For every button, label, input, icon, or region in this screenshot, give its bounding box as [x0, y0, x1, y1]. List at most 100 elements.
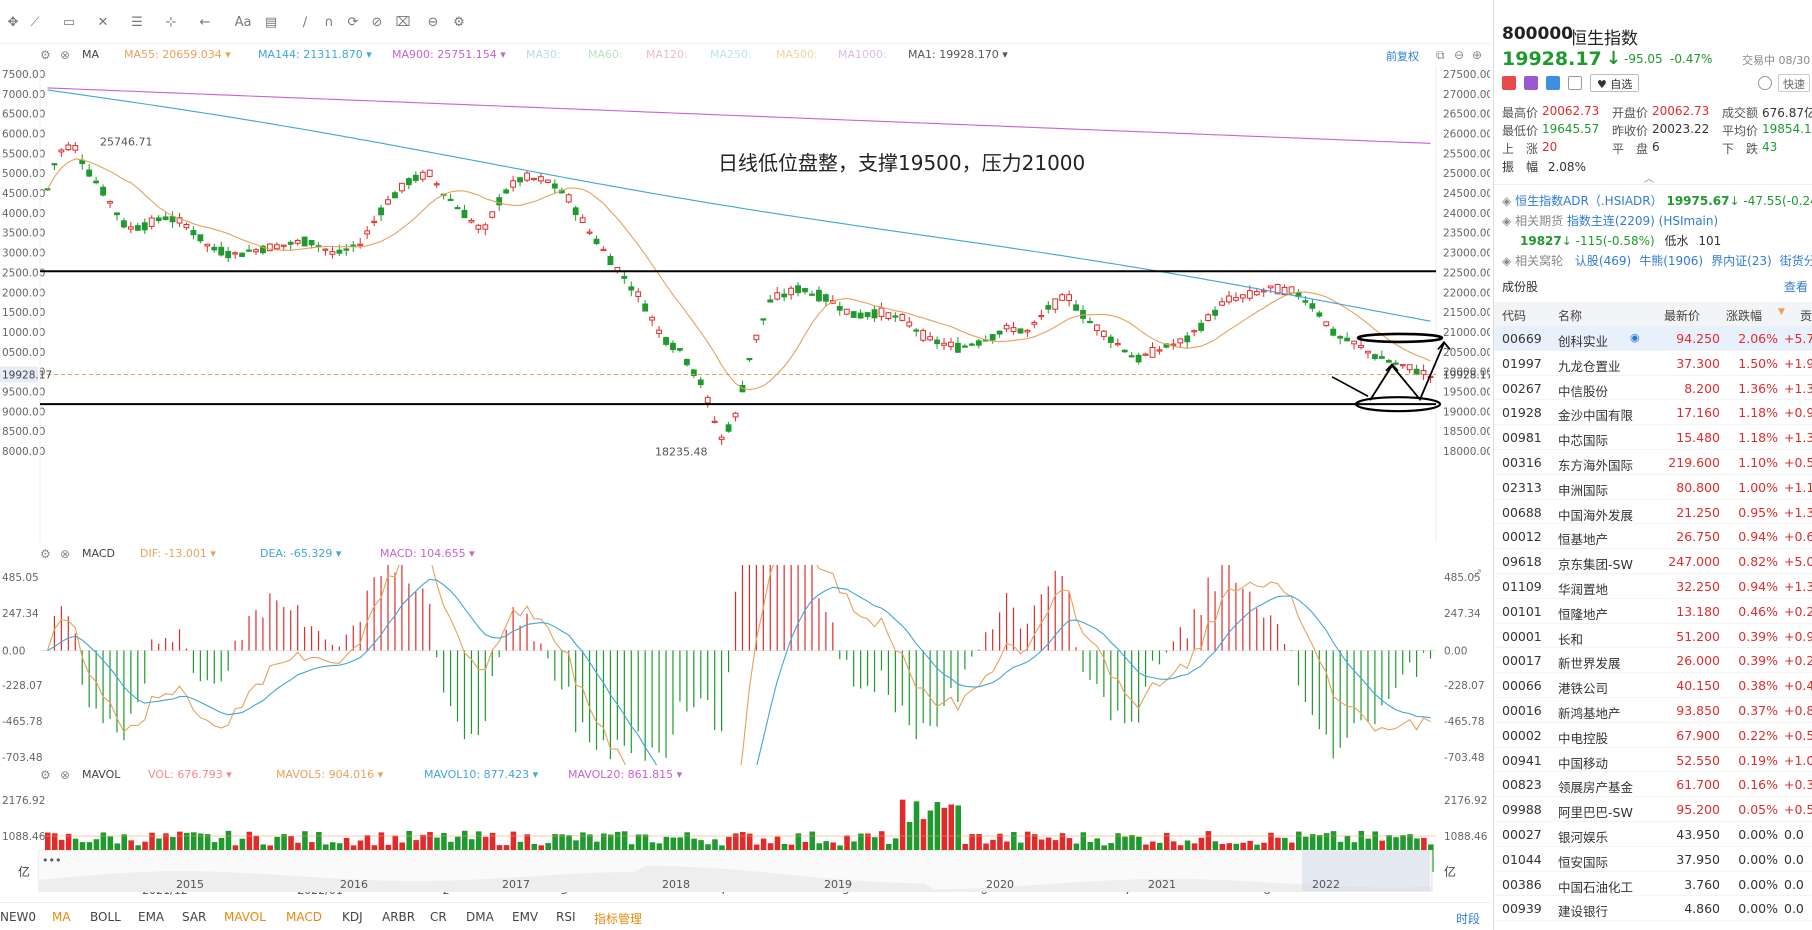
- note-icon[interactable]: [1568, 76, 1582, 90]
- line-tool-icon[interactable]: ⟋: [26, 14, 44, 32]
- table-row[interactable]: 00066 港铁公司 40.150 0.38% +0.4: [1494, 673, 1812, 698]
- add-watchlist-button[interactable]: ♥ 自选: [1590, 74, 1640, 92]
- table-row[interactable]: 09618 京东集团-SW 247.000 0.82% +5.0: [1494, 549, 1812, 574]
- table-row[interactable]: 09988 阿里巴巴-SW 95.200 0.05% +0.5: [1494, 797, 1812, 822]
- indicator-tab[interactable]: DMA: [466, 910, 494, 924]
- hk-flag-icon[interactable]: [1502, 76, 1516, 90]
- indicator-value[interactable]: MA1: 19928.170 ▾: [908, 48, 1008, 61]
- settings-icon[interactable]: ⚙: [450, 14, 468, 32]
- close-icon[interactable]: ⊗: [60, 48, 70, 62]
- mavol-gear-icon[interactable]: ⚙: [40, 768, 51, 782]
- table-row[interactable]: 00267 中信股份 8.200 1.36% +1.3: [1494, 376, 1812, 401]
- view-all-link[interactable]: 查看: [1784, 278, 1808, 295]
- table-row[interactable]: 00016 新鸿基地产 93.850 0.37% +0.8: [1494, 698, 1812, 723]
- col-pct[interactable]: 涨跌幅: [1726, 307, 1762, 324]
- adr-row[interactable]: ◈ 恒生指数ADR（.HSIADR） 19975.67↓ -47.55(-0.2…: [1502, 192, 1812, 209]
- indicator-tab[interactable]: KDJ: [342, 910, 363, 924]
- fib-tool-icon[interactable]: ✕: [94, 14, 112, 32]
- table-row[interactable]: 00688 中国海外发展 21.250 0.95% +1.3: [1494, 500, 1812, 525]
- indicator-value[interactable]: MA500:: [776, 48, 818, 61]
- magnet-icon[interactable]: ∩: [320, 14, 338, 32]
- table-row[interactable]: 00001 长和 51.200 0.39% +0.9: [1494, 624, 1812, 649]
- col-code[interactable]: 代码: [1502, 307, 1526, 324]
- table-row[interactable]: 01997 九龙仓置业 37.300 1.50% +1.9: [1494, 351, 1812, 376]
- time-tab[interactable]: 时段: [1456, 910, 1480, 927]
- indicator-value[interactable]: MAVOL10: 877.423 ▾: [424, 768, 538, 781]
- zoom-in-icon[interactable]: ⊕: [1472, 48, 1482, 62]
- indicator-value[interactable]: DEA: -65.329 ▾: [260, 547, 341, 560]
- warrant-link[interactable]: 街货分: [1780, 254, 1812, 268]
- macd-gear-icon[interactable]: ⚙: [40, 547, 51, 561]
- indicator-tab[interactable]: MA: [52, 910, 71, 924]
- table-row[interactable]: 01044 恒安国际 37.950 0.00% 0.0: [1494, 847, 1812, 872]
- indicator-value[interactable]: MA120:: [646, 48, 688, 61]
- restore-icon[interactable]: ⧉: [1436, 48, 1445, 63]
- indicator-tab[interactable]: MAVOL: [224, 910, 266, 924]
- indicator-tab[interactable]: EMV: [512, 910, 538, 924]
- overview-menu-icon[interactable]: •••: [42, 854, 61, 867]
- indicator-tab[interactable]: EMA: [138, 910, 164, 924]
- indicator-tab[interactable]: 指标管理: [594, 910, 642, 927]
- measure-tool-icon[interactable]: ⊹: [162, 14, 180, 32]
- warrant-link[interactable]: 界内证(23): [1711, 254, 1772, 268]
- indicator-value[interactable]: VOL: 676.793 ▾: [148, 768, 232, 781]
- candlestick-chart[interactable]: 7500.00 27500.00 7000.00 27000.00 6500.00 265…: [0, 66, 1490, 542]
- bell-icon[interactable]: [1758, 76, 1772, 90]
- col-name[interactable]: 名称: [1558, 307, 1582, 324]
- table-row[interactable]: 02313 申洲国际 80.800 1.00% +1.1: [1494, 475, 1812, 500]
- table-row[interactable]: 00941 中国移动 52.550 0.19% +1.0: [1494, 748, 1812, 773]
- futures-name[interactable]: 指数主连(2209): [1567, 214, 1655, 228]
- indicator-tab[interactable]: BOLL: [90, 910, 121, 924]
- futures-expand-icon[interactable]: ◈: [1502, 214, 1511, 228]
- table-row[interactable]: 00027 银河娱乐 43.950 0.00% 0.0: [1494, 822, 1812, 847]
- table-row[interactable]: 00939 建设银行 4.860 0.00% 0.0: [1494, 896, 1812, 922]
- indicator-value[interactable]: MAVOL5: 904.016 ▾: [276, 768, 383, 781]
- indicator-tab[interactable]: ARBR: [382, 910, 415, 924]
- crosshair-icon[interactable]: ✥: [4, 14, 22, 32]
- indicator-value[interactable]: MA60:: [588, 48, 623, 61]
- futures-code[interactable]: (HSImain): [1659, 214, 1719, 228]
- adr-name[interactable]: 恒生指数ADR（.HSIADR）: [1515, 194, 1663, 208]
- indicator-tab[interactable]: NEW0: [0, 910, 36, 924]
- chart-area[interactable]: ⚙ ⊗ MA MA55: 20659.034 ▾ MA144: 21311.870…: [0, 44, 1490, 902]
- warrants-expand-icon[interactable]: ◈: [1502, 254, 1511, 268]
- tag-icon[interactable]: [1546, 76, 1560, 90]
- macd-label[interactable]: MACD: [82, 547, 115, 560]
- rect-tool-icon[interactable]: ▭: [60, 14, 78, 32]
- indicator-value[interactable]: MAVOL20: 861.815 ▾: [568, 768, 682, 781]
- table-row[interactable]: 01109 华润置地 32.250 0.94% +1.3: [1494, 574, 1812, 599]
- collapse-icon[interactable]: ︿: [1644, 170, 1654, 185]
- table-row[interactable]: 00101 恒隆地产 13.180 0.46% +0.2: [1494, 599, 1812, 624]
- col-contrib[interactable]: 贡: [1800, 307, 1812, 324]
- quick-trade-button[interactable]: 快速: [1778, 74, 1810, 92]
- mavol-close-icon[interactable]: ⊗: [60, 768, 70, 782]
- zoom-out-icon[interactable]: ⊖: [1454, 48, 1464, 62]
- mavol-label[interactable]: MAVOL: [82, 768, 120, 781]
- macd-close-icon[interactable]: ⊗: [60, 547, 70, 561]
- warrant-link[interactable]: 认股(469): [1575, 254, 1631, 268]
- table-row[interactable]: 00823 领展房产基金 61.700 0.16% +0.3: [1494, 772, 1812, 798]
- indicator-value[interactable]: MA250:: [710, 48, 752, 61]
- indicator-value[interactable]: MA144: 21311.870 ▾: [258, 48, 372, 61]
- link-icon[interactable]: ⊖: [424, 14, 442, 32]
- ma-label[interactable]: MA: [82, 48, 99, 61]
- channel-tool-icon[interactable]: ☰: [128, 14, 146, 32]
- indicator-tab[interactable]: MACD: [286, 910, 322, 924]
- table-row[interactable]: 00981 中芯国际 15.480 1.18% +1.3: [1494, 425, 1812, 450]
- indicator-value[interactable]: MACD: 104.655 ▾: [380, 547, 475, 560]
- col-price[interactable]: 最新价: [1664, 307, 1700, 324]
- indicator-tab[interactable]: SAR: [182, 910, 206, 924]
- indicator-value[interactable]: MA30:: [526, 48, 561, 61]
- sync-icon[interactable]: ⟳: [344, 14, 362, 32]
- gear-icon[interactable]: ⚙: [40, 48, 51, 62]
- adjust-toggle[interactable]: 前复权: [1386, 48, 1419, 64]
- table-row[interactable]: 00012 恒基地产 26.750 0.94% +0.6: [1494, 524, 1812, 550]
- table-row[interactable]: 00002 中电控股 67.900 0.22% +0.5: [1494, 723, 1812, 748]
- trash-icon[interactable]: ⌧: [394, 14, 412, 32]
- indicator-tab[interactable]: CR: [430, 910, 447, 924]
- indicator-value[interactable]: MA900: 25751.154 ▾: [392, 48, 506, 61]
- hide-icon[interactable]: ⊘: [368, 14, 386, 32]
- pen-icon[interactable]: ∕: [296, 14, 314, 32]
- table-row[interactable]: 00669 创科实业 94.250 2.06% +5.7 ◉: [1494, 326, 1812, 351]
- indicator-value[interactable]: DIF: -13.001 ▾: [140, 547, 216, 560]
